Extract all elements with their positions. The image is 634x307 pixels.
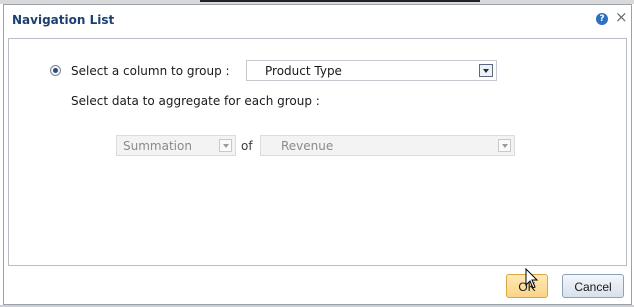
group-column-radio[interactable]	[50, 65, 61, 76]
close-icon[interactable]: ×	[615, 10, 628, 25]
dialog-title: Navigation List	[12, 13, 115, 27]
aggregate-column-select[interactable]: Revenue	[260, 135, 515, 156]
help-icon[interactable]: ?	[596, 13, 608, 25]
cancel-button[interactable]: Cancel	[562, 274, 624, 298]
chevron-down-icon[interactable]	[219, 139, 232, 152]
aggregate-function-select[interactable]: Summation	[116, 135, 236, 156]
group-column-select[interactable]: Product Type	[246, 60, 497, 81]
aggregate-function-value: Summation	[123, 139, 192, 153]
mouse-cursor-icon	[525, 268, 539, 289]
aggregate-label: Select data to aggregate for each group …	[71, 94, 320, 108]
group-column-label: Select a column to group :	[71, 64, 230, 78]
aggregate-column-value: Revenue	[281, 139, 334, 153]
navigation-list-dialog: Navigation List ? × Select a column to g…	[3, 4, 632, 305]
group-column-value: Product Type	[265, 64, 342, 78]
dialog-content: Select a column to group : Product Type …	[8, 38, 627, 266]
chevron-down-icon[interactable]	[479, 64, 493, 77]
chevron-down-icon[interactable]	[498, 139, 511, 152]
dialog-titlebar: Navigation List ? ×	[4, 5, 631, 37]
of-label: of	[241, 139, 253, 153]
window-frame-edge	[200, 0, 480, 2]
